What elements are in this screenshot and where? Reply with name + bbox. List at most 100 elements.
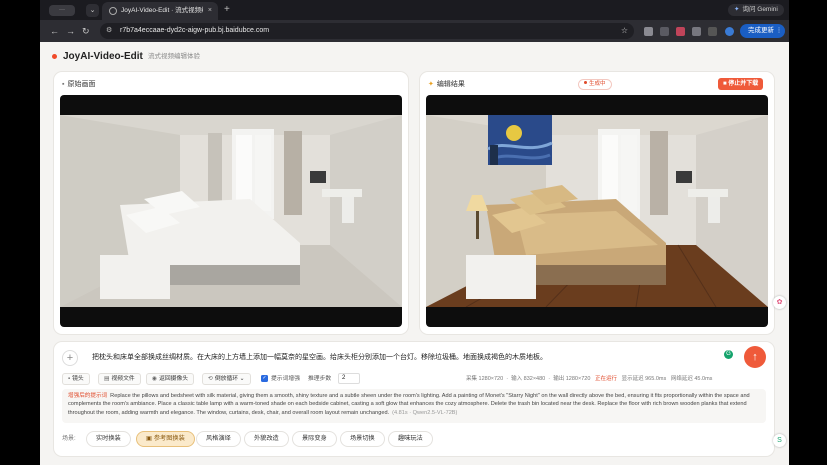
input-value: 832×480: [523, 376, 546, 382]
capture-value: 1280×720: [478, 376, 504, 382]
prompt-toolbar: ▪ 镜头 ▤ 视频文件 ◉ 返回摄像头 ⟲ 倒放循环 ⌄ ✓ 提示词增强 推理步数 2 …: [62, 373, 766, 385]
tab-bar: ··· ⌄ JoyAI-Video-Edit · 流式视频编辑体验 × + ✦询…: [40, 0, 789, 20]
app-title: JoyAI-Video-Edit: [63, 51, 143, 62]
output-value: 1280×720: [565, 376, 591, 382]
result-bedroom-image: [426, 115, 768, 307]
loop-select[interactable]: ⟲ 倒放循环 ⌄: [202, 373, 251, 385]
forward-icon[interactable]: →: [66, 25, 75, 37]
output-label: 输出: [553, 376, 565, 382]
steps-input[interactable]: 2: [338, 373, 360, 384]
film-icon: ▤: [104, 376, 110, 382]
new-tab-button[interactable]: +: [224, 4, 230, 16]
update-button[interactable]: 完成更新 ⋮: [740, 24, 785, 38]
floating-tool-icon[interactable]: S: [773, 434, 786, 447]
source-video: [60, 95, 402, 327]
enhanced-prompt-label: 增强后的提示词: [68, 393, 108, 399]
net-delay-value: 45.0ms: [694, 376, 713, 382]
display-delay-label: 显示延迟: [621, 376, 644, 382]
gemini-button[interactable]: ✦ 询问 Gemini: [728, 4, 784, 16]
chevron-down-icon: ⌄: [89, 7, 96, 14]
preset-chips: 场景: 实时换装 ▣ 参考图换装 风格演绎 外貌改造 景际变身 场景切换 趣味玩法: [62, 431, 766, 447]
camera-icon: ▪: [68, 376, 71, 382]
puzzle-icon[interactable]: [708, 27, 717, 36]
enhance-label: 提示词增强: [271, 376, 300, 382]
add-attachment-button[interactable]: +: [62, 350, 78, 366]
tab-group-pill[interactable]: ···: [49, 5, 75, 16]
video-camera-icon: ▪: [62, 81, 65, 88]
browser-window: ··· ⌄ JoyAI-Video-Edit · 流式视频编辑体验 × + ✦询…: [40, 0, 789, 465]
stream-camera-button[interactable]: ◉ 返回摄像头: [146, 373, 195, 385]
prompt-input[interactable]: 把枕头和床单全部换成丝绸材质。在大床的上方墙上添加一幅莫奈的星空画。给床头柜分别…: [92, 352, 547, 363]
arrow-up-icon: ↑: [752, 351, 758, 363]
grammarly-icon[interactable]: G: [724, 350, 733, 359]
extension-icon[interactable]: [644, 27, 653, 36]
sparkle-icon: ✦: [428, 81, 434, 88]
reload-icon[interactable]: ↻: [82, 25, 90, 37]
source-panel-title: ▪ 原始画面: [62, 80, 95, 90]
enhance-checkbox[interactable]: ✓: [261, 375, 268, 382]
preset-chip-active[interactable]: ▣ 参考图换装: [136, 431, 195, 447]
back-icon[interactable]: ←: [50, 25, 59, 37]
status-text: 生成中: [589, 81, 606, 87]
stream-camera-label: 返回摄像头: [159, 376, 189, 382]
loop-icon: ⟲: [208, 376, 213, 382]
send-button[interactable]: ↑: [744, 346, 766, 368]
extension-icon[interactable]: [692, 27, 701, 36]
display-delay-value: 965.0ms: [645, 376, 667, 382]
tab-close-icon[interactable]: ×: [208, 6, 212, 16]
active-tab[interactable]: JoyAI-Video-Edit · 流式视频编辑体验 ×: [102, 2, 218, 20]
status-dot-icon: [584, 81, 587, 84]
preset-chip[interactable]: 场景切换: [340, 431, 385, 447]
camera-label: 镜头: [72, 376, 84, 382]
update-label: 完成更新: [748, 27, 774, 34]
image-icon: ▣: [146, 435, 152, 442]
gemini-label: 询问 Gemini: [742, 6, 778, 13]
logo-dot-icon: [52, 54, 57, 59]
result-video: [426, 95, 768, 327]
video-file-button[interactable]: ▤ 视频文件: [98, 373, 141, 385]
bookmark-star-icon[interactable]: ☆: [621, 25, 628, 37]
site-info-icon[interactable]: ⚙: [106, 26, 112, 36]
steps-label: 推理步数: [308, 376, 332, 382]
input-label: 输入: [511, 376, 523, 382]
url-text: r7b7a4eccaae-dyd2c-aigw-pub.bj.baidubce.…: [120, 27, 270, 34]
address-bar[interactable]: ⚙ r7b7a4eccaae-dyd2c-aigw-pub.bj.baidubc…: [100, 23, 634, 39]
running-status: 正在运行: [594, 376, 617, 382]
webcam-icon: ◉: [152, 376, 158, 382]
source-panel: ▪ 原始画面: [54, 72, 408, 334]
result-panel: ✦ 编辑结果 生成中 ■ 停止并下载: [420, 72, 774, 334]
tab-search-button[interactable]: ⌄: [86, 4, 99, 17]
extension-icon[interactable]: [660, 27, 669, 36]
app-subtitle: 流式视频编辑体验: [148, 53, 200, 60]
presets-label: 场景:: [62, 436, 76, 442]
camera-button[interactable]: ▪ 镜头: [62, 373, 90, 385]
loop-label: 倒放循环: [214, 376, 239, 382]
source-bedroom-image: [60, 115, 402, 307]
result-panel-title: ✦ 编辑结果: [428, 80, 465, 90]
prompt-box: + 把枕头和床单全部换成丝绸材质。在大床的上方墙上添加一幅莫奈的星空画。给床头柜…: [54, 342, 774, 456]
capture-label: 采集: [466, 376, 478, 382]
enhanced-prompt-box: 增强后的提示词 Replace the pillows and bedsheet …: [62, 389, 766, 423]
preset-chip[interactable]: 外貌改造: [244, 431, 289, 447]
preset-chip[interactable]: 趣味玩法: [388, 431, 433, 447]
video-file-label: 视频文件: [111, 376, 135, 382]
tab-title: JoyAI-Video-Edit · 流式视频编辑体验: [121, 7, 203, 14]
net-delay-label: 网络延迟: [670, 376, 693, 382]
source-panel-title-text: 原始画面: [67, 81, 96, 88]
tab-favicon-icon: [109, 7, 117, 15]
preset-chip[interactable]: 景际变身: [292, 431, 337, 447]
page: JoyAI-Video-Edit 流式视频编辑体验 ▪ 原始画面 ✦ 编辑结果 …: [40, 42, 789, 465]
preset-chip[interactable]: 实时换装: [86, 431, 131, 447]
stop-download-button[interactable]: ■ 停止并下载: [718, 78, 764, 90]
profile-avatar[interactable]: [725, 27, 734, 36]
preset-chip[interactable]: 风格演绎: [196, 431, 241, 447]
floating-assistant-icon[interactable]: ✿: [773, 296, 786, 309]
enhanced-prompt-meta: (4.81s · Qwen2.5-VL-72B): [392, 409, 458, 416]
status-badge: 生成中: [578, 79, 612, 90]
stop-download-label: 停止并下载: [728, 81, 759, 87]
result-panel-title-text: 编辑结果: [436, 81, 465, 88]
gemini-sparkle-icon: ✦: [734, 6, 740, 13]
extension-icon[interactable]: [676, 27, 685, 36]
toolbar: ← → ↻ ⚙ r7b7a4eccaae-dyd2c-aigw-pub.bj.b…: [40, 20, 789, 42]
stats-bar: 采集 1280×720 · 输入 832×480 · 输出 1280×720 正…: [466, 376, 713, 382]
